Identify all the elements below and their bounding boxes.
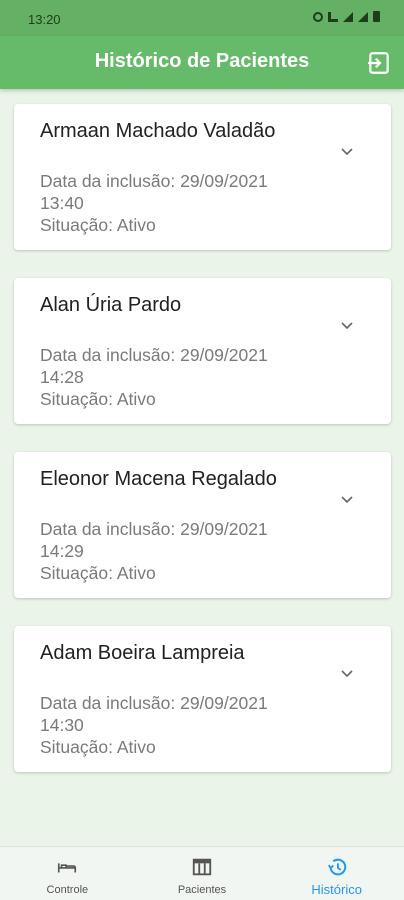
patient-details: Data da inclusão: 29/09/2021 14:28 Situa… [40,344,340,410]
patient-details: Data da inclusão: 29/09/2021 14:29 Situa… [40,518,340,584]
patient-card[interactable]: Alan Úria Pardo Data da inclusão: 29/09/… [14,278,391,424]
patient-list: Armaan Machado Valadão Data da inclusão:… [14,104,391,800]
signal-icon [343,11,353,22]
logout-icon [368,52,389,74]
nav-label: Pacientes [177,884,227,896]
patient-name: Armaan Machado Valadão [40,120,276,142]
inclusion-time: 14:28 [40,367,84,387]
patient-details: Data da inclusão: 29/09/2021 13:40 Situa… [40,170,340,236]
patient-status: Situação: Ativo [40,389,156,409]
nav-item-historico[interactable]: Histórico [269,847,404,900]
status-time: 13:20 [28,12,61,27]
chevron-down-icon[interactable] [339,318,355,334]
inclusion-date: Data da inclusão: 29/09/2021 [40,345,268,365]
app-bar: Histórico de Pacientes [0,36,404,89]
inclusion-time: 13:40 [40,193,84,213]
table-icon [192,858,212,876]
nav-label: Controle [46,884,89,896]
patient-status: Situação: Ativo [40,737,156,757]
nav-item-controle[interactable]: Controle [0,847,135,900]
alarm-icon [313,11,323,22]
nav-label: Histórico [311,882,362,897]
patient-card[interactable]: Eleonor Macena Regalado Data da inclusão… [14,452,391,598]
patient-status: Situação: Ativo [40,563,156,583]
nav-item-pacientes[interactable]: Pacientes [135,847,270,900]
inclusion-time: 14:30 [40,715,84,735]
battery-icon [373,11,380,22]
wifi-icon [358,11,368,22]
logout-button[interactable] [366,50,392,76]
history-icon [327,858,346,876]
patient-status: Situação: Ativo [40,215,156,235]
inclusion-date: Data da inclusão: 29/09/2021 [40,519,268,539]
status-bar: 13:20 [0,0,404,36]
inclusion-date: Data da inclusão: 29/09/2021 [40,171,268,191]
chevron-down-icon[interactable] [339,492,355,508]
patient-details: Data da inclusão: 29/09/2021 14:30 Situa… [40,692,340,758]
bed-icon [58,863,77,873]
patient-card[interactable]: Armaan Machado Valadão Data da inclusão:… [14,104,391,250]
patient-card[interactable]: Adam Boeira Lampreia Data da inclusão: 2… [14,626,391,772]
vibrate-icon [328,11,338,22]
bottom-navigation: Controle Pacientes Histórico [0,846,404,900]
inclusion-time: 14:29 [40,541,84,561]
chevron-down-icon[interactable] [339,144,355,160]
patient-name: Eleonor Macena Regalado [40,468,277,490]
chevron-down-icon[interactable] [339,666,355,682]
page-title: Histórico de Pacientes [94,50,310,72]
patient-name: Adam Boeira Lampreia [40,642,245,664]
status-icons [313,11,380,22]
inclusion-date: Data da inclusão: 29/09/2021 [40,693,268,713]
patient-name: Alan Úria Pardo [40,294,182,316]
